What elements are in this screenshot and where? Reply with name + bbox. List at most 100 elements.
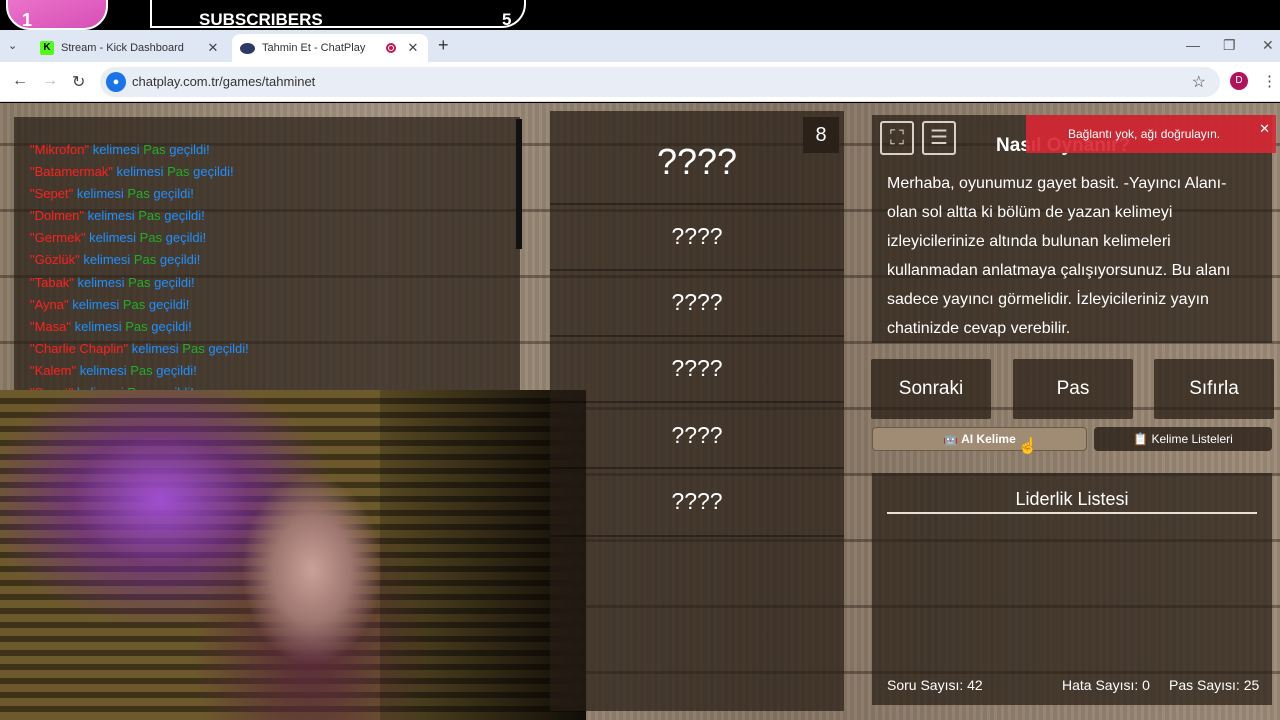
- reload-icon[interactable]: ↻: [72, 72, 85, 92]
- chat-message-word: "Kalem": [30, 362, 77, 378]
- chat-message-status: Pas: [122, 296, 146, 312]
- leaderboard-panel: Liderlik Listesi Soru Sayısı: 42 Hata Sa…: [872, 473, 1272, 705]
- chat-message: "Charlie Chaplin" kelimesi Pas geçildi!: [30, 338, 249, 360]
- chat-message-word: "Sepet": [30, 186, 74, 202]
- chat-message-suffix: geçildi!: [145, 296, 190, 312]
- forbidden-word: ????: [671, 355, 723, 381]
- chat-message-status: Pas: [125, 318, 148, 334]
- close-tab-icon[interactable]: ✕: [204, 40, 222, 56]
- url-text[interactable]: chatplay.com.tr/games/tahminet: [132, 74, 315, 89]
- word-lists-button[interactable]: 📋 Kelime Listeleri: [1094, 427, 1272, 451]
- reset-button[interactable]: Sıfırla: [1154, 359, 1274, 419]
- chat-message: "Sepet" kelimesi Pas geçildi!: [30, 183, 249, 205]
- tab-kick-dashboard[interactable]: K Stream - Kick Dashboard ✕: [32, 34, 228, 62]
- minimize-icon[interactable]: —: [1186, 37, 1200, 53]
- chat-message-word: "Tabak": [30, 274, 74, 290]
- fullscreen-icon[interactable]: ⛶: [880, 121, 914, 155]
- chat-message-text: kelimesi: [128, 340, 183, 356]
- tab-title: Stream - Kick Dashboard: [61, 42, 184, 54]
- game-page: "Mikrofon" kelimesi Pas geçildi! "Batamer…: [0, 103, 1280, 720]
- chat-message-text: kelimesi: [89, 142, 144, 157]
- browser-toolbar: ← → ↻ ● chatplay.com.tr/games/tahminet ☆…: [0, 62, 1280, 102]
- back-icon[interactable]: ←: [12, 72, 28, 90]
- chat-message-status: Pas: [128, 274, 151, 290]
- question-count: Soru Sayısı: 42: [887, 677, 983, 693]
- chat-message-suffix: geçildi!: [152, 362, 197, 378]
- chat-message-suffix: geçildi!: [189, 164, 234, 180]
- browser-tab-bar: ⌄ K Stream - Kick Dashboard ✕ Tahmin Et …: [0, 30, 1280, 62]
- chat-message: "Ayna" kelimesi Pas geçildi!: [30, 294, 249, 316]
- window-close-icon[interactable]: ✕: [1262, 37, 1274, 54]
- chat-message-word: "Ayna": [30, 296, 69, 312]
- chat-message-text: kelimesi: [68, 296, 123, 312]
- chat-message-suffix: geçildi!: [165, 142, 210, 157]
- forbidden-word: ????: [671, 223, 723, 249]
- mic-icon[interactable]: ●: [106, 72, 126, 92]
- chat-scrollbar[interactable]: [516, 119, 522, 249]
- chat-message-text: kelimesi: [85, 230, 140, 246]
- chat-message-status: Pas: [138, 208, 161, 224]
- chat-message-status: Pas: [167, 164, 190, 180]
- chatplay-icon: [240, 42, 255, 54]
- forbidden-word: ????: [671, 422, 723, 448]
- hand-cursor-icon: ☝: [1018, 438, 1038, 455]
- connection-error-toast: Bağlantı yok, ağı doğrulayın. ✕: [1026, 115, 1276, 153]
- chat-message-text: kelimesi: [112, 164, 168, 180]
- overlay-rank-badge: 1: [6, 0, 108, 30]
- chat-message-suffix: geçildi!: [150, 274, 195, 290]
- chat-message: "Kalem" kelimesi Pas geçildi!: [30, 360, 249, 382]
- chat-message-status: Pas: [127, 186, 150, 202]
- close-tab-icon[interactable]: ✕: [404, 40, 422, 56]
- recording-icon: [386, 43, 396, 53]
- chat-message: "Germek" kelimesi Pas geçildi!: [30, 227, 249, 249]
- forward-icon[interactable]: →: [42, 72, 58, 90]
- pass-button[interactable]: Pas: [1013, 359, 1133, 419]
- kick-icon: K: [40, 41, 54, 55]
- chat-message-suffix: geçildi!: [147, 318, 192, 334]
- chat-message-suffix: geçildi!: [204, 340, 249, 356]
- chat-message-suffix: geçildi!: [156, 252, 201, 268]
- chat-message-word: "Masa": [30, 318, 72, 334]
- notes-icon[interactable]: ☰: [922, 121, 956, 155]
- chat-message-text: kelimesi: [71, 318, 126, 334]
- chat-message-suffix: geçildi!: [162, 230, 207, 246]
- close-icon[interactable]: ✕: [1259, 121, 1270, 137]
- chat-message: "Tabak" kelimesi Pas geçildi!: [30, 272, 249, 294]
- pass-count: Pas Sayısı: 25: [1169, 677, 1260, 693]
- restore-icon[interactable]: ❐: [1223, 37, 1236, 54]
- bookmark-star-icon[interactable]: ☆: [1192, 72, 1206, 92]
- next-button[interactable]: Sonraki: [871, 359, 991, 419]
- chat-log: "Mikrofon" kelimesi Pas geçildi! "Batamer…: [30, 139, 249, 404]
- new-tab-icon[interactable]: +: [438, 35, 449, 56]
- chat-message-text: kelimesi: [73, 186, 128, 202]
- address-bar[interactable]: ● chatplay.com.tr/games/tahminet ☆: [100, 67, 1220, 97]
- chat-message-text: kelimesi: [79, 252, 134, 268]
- main-word: ????: [656, 141, 738, 182]
- chat-message: "Dolmen" kelimesi Pas geçildi!: [30, 205, 249, 227]
- leaderboard-title: Liderlik Listesi: [1015, 489, 1129, 509]
- chat-message-word: "Dolmen": [30, 208, 85, 224]
- chat-message-text: kelimesi: [84, 208, 139, 224]
- forbidden-word: ????: [671, 289, 723, 315]
- chat-message-status: Pas: [182, 340, 205, 356]
- chat-message-status: Pas: [130, 362, 153, 378]
- words-panel: 8 ???? ???? ???? ???? ???? ????: [550, 111, 844, 711]
- chat-message-word: "Batamermak": [30, 164, 113, 180]
- chat-message-word: "Germek": [30, 230, 86, 246]
- toast-message: Bağlantı yok, ağı doğrulayın.: [1068, 127, 1221, 141]
- webcam-feed: [0, 390, 586, 720]
- chat-log-panel: "Mikrofon" kelimesi Pas geçildi! "Batamer…: [14, 117, 520, 400]
- chat-message-suffix: geçildi!: [149, 186, 194, 202]
- tab-list-icon[interactable]: ⌄: [8, 39, 17, 52]
- ai-word-button[interactable]: 🤖 AI Kelime: [872, 427, 1087, 451]
- overlay-subscribers-label: SUBSCRIBERS: [199, 10, 323, 29]
- browser-menu-icon[interactable]: ⋮: [1262, 72, 1277, 90]
- tab-chatplay[interactable]: Tahmin Et - ChatPlay ✕: [232, 34, 428, 62]
- tab-title: Tahmin Et - ChatPlay: [262, 42, 366, 54]
- chat-message-word: "Gözlük": [30, 252, 80, 268]
- chat-message-suffix: geçildi!: [160, 208, 205, 224]
- profile-avatar[interactable]: D: [1230, 72, 1248, 90]
- chat-message: "Mikrofon" kelimesi Pas geçildi!: [30, 139, 249, 161]
- chat-message: "Batamermak" kelimesi Pas geçildi!: [30, 161, 249, 183]
- overlay-subscribers-count: 5: [502, 10, 512, 29]
